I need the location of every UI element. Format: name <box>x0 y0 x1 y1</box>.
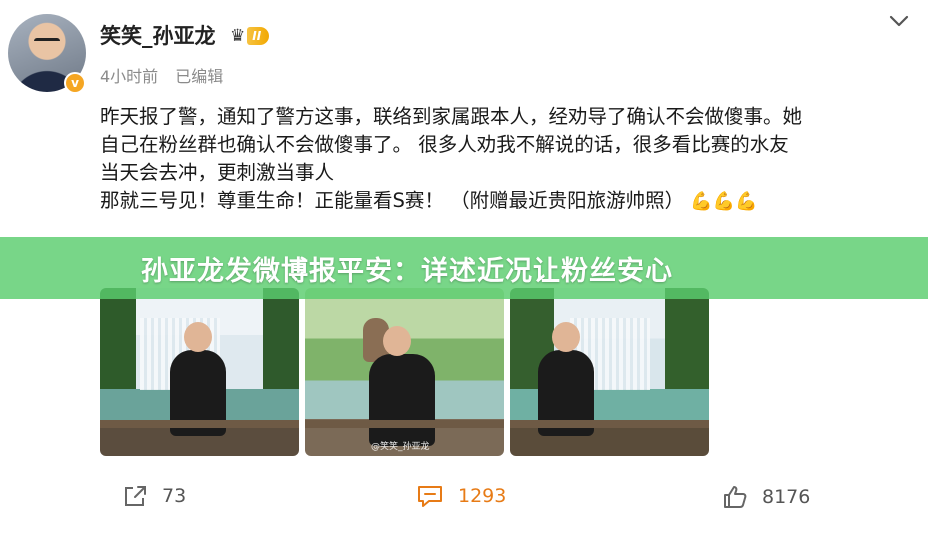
avatar-glasses <box>34 38 60 44</box>
post-line: 昨天报了警，通知了警方这事，联络到家属跟本人，经劝导了确认不会做傻事。她 <box>100 105 803 128</box>
comment-icon <box>418 486 442 507</box>
chevron-down-icon[interactable] <box>888 12 910 30</box>
photo-1[interactable] <box>100 288 299 456</box>
photo-2[interactable]: @笑笑_孙亚龙 <box>305 288 504 456</box>
post-time[interactable]: 4小时前 <box>100 67 158 86</box>
photo-3[interactable] <box>510 288 709 456</box>
crown-icon: ♛ <box>230 26 246 46</box>
action-bar: 73 1293 8176 <box>0 478 928 518</box>
photo-watermark: @笑笑_孙亚龙 <box>371 442 430 452</box>
comment-button[interactable]: 1293 <box>416 484 506 508</box>
verified-badge-icon: v <box>64 72 86 94</box>
post-text: 昨天报了警，通知了警方这事，联络到家属跟本人，经劝导了确认不会做傻事。她 自己在… <box>100 103 915 216</box>
headline-banner: 孙亚龙发微博报平安：详述近况让粉丝安心 <box>0 237 928 299</box>
like-button[interactable]: 8176 <box>722 484 810 510</box>
share-count: 73 <box>162 485 187 507</box>
comment-count: 1293 <box>458 485 507 507</box>
post-line: 自己在粉丝群也确认不会做傻事了。 很多人劝我不解说的话，很多看比赛的水友 <box>100 133 789 156</box>
post-line: 那就三号见！尊重生命！正能量看S赛！ （附赠最近贵阳旅游帅照） 💪💪💪 <box>100 187 915 216</box>
username[interactable]: 笑笑_孙亚龙 <box>100 20 216 50</box>
user-level-badge[interactable]: ♛ II <box>230 25 286 47</box>
flexed-biceps-emoji: 💪💪💪 <box>690 191 758 212</box>
level-label: II <box>247 27 270 45</box>
post-meta: 4小时前 已编辑 <box>100 63 223 87</box>
railing <box>100 420 299 428</box>
headline-title: 孙亚龙发微博报平安：详述近况让粉丝安心 <box>141 255 673 287</box>
like-icon <box>724 486 747 508</box>
railing <box>305 420 504 428</box>
railing <box>510 420 709 428</box>
share-button[interactable]: 73 <box>122 484 186 508</box>
photo-grid: @笑笑_孙亚龙 <box>100 288 709 456</box>
like-count: 8176 <box>762 486 811 508</box>
edited-label[interactable]: 已编辑 <box>175 67 223 86</box>
share-icon <box>125 486 146 506</box>
post-line-text: 那就三号见！尊重生命！正能量看S赛！ （附赠最近贵阳旅游帅照） <box>100 189 685 212</box>
post-line: 当天会去冲，更刺激当事人 <box>100 161 335 184</box>
person <box>369 326 435 446</box>
